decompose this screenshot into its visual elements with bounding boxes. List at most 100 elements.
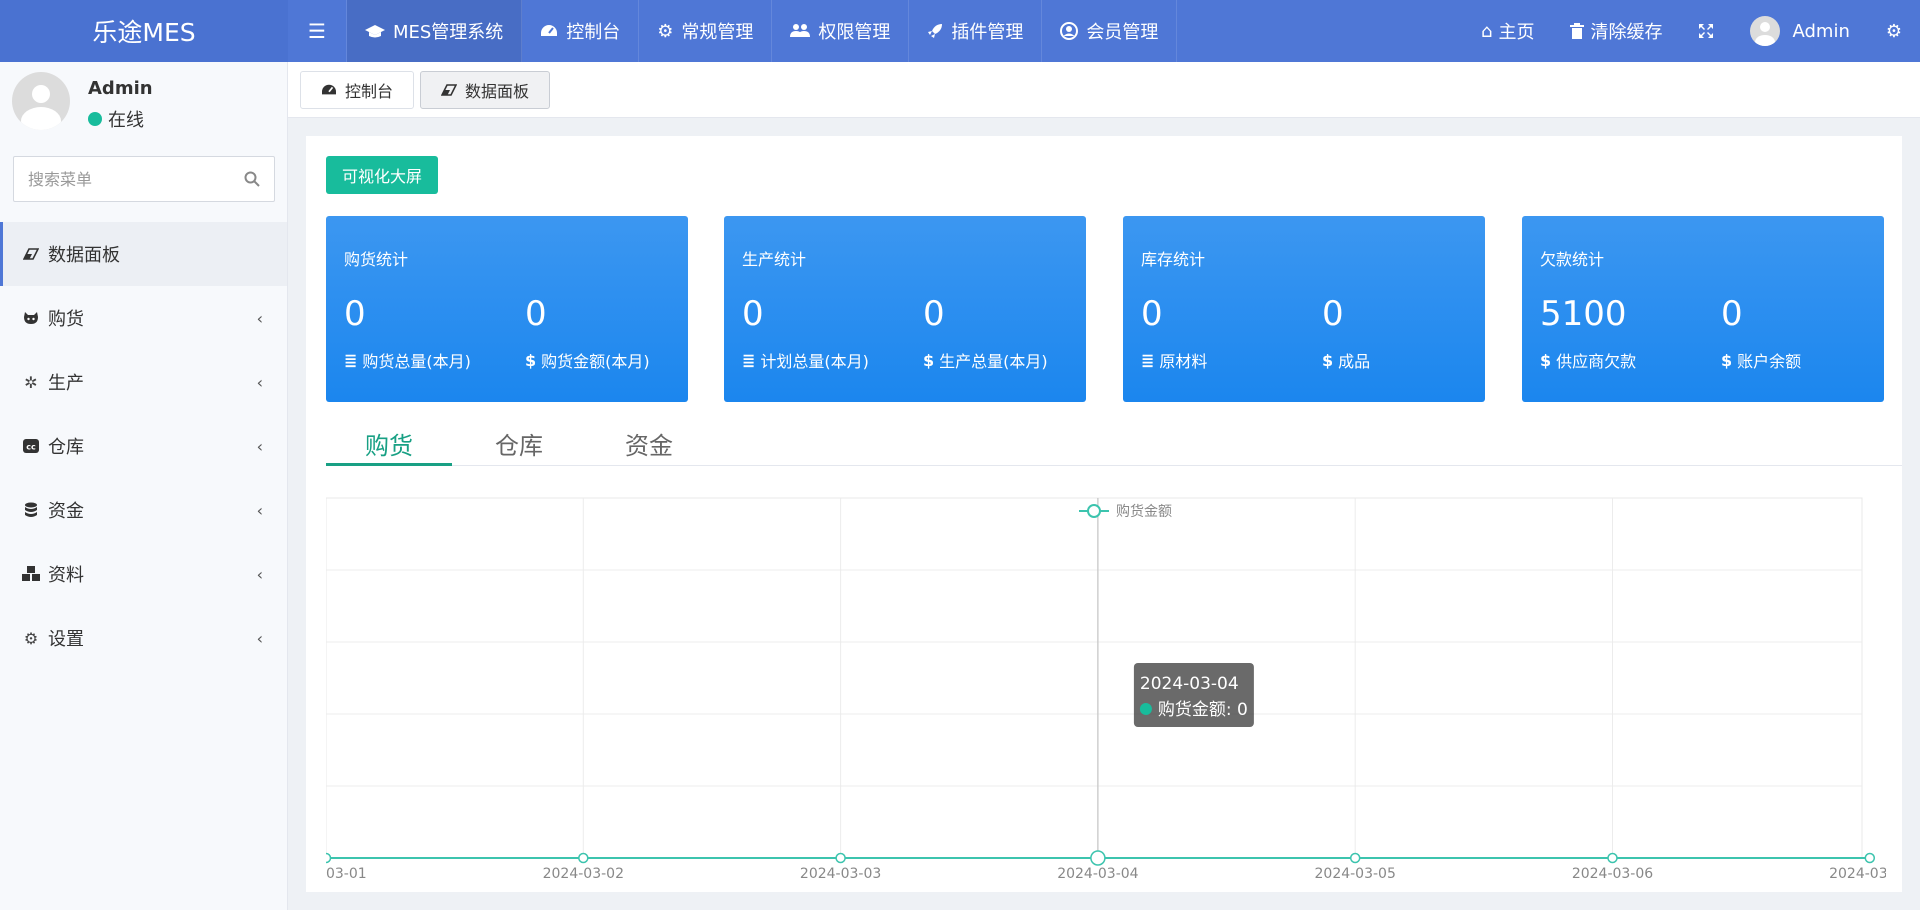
fullscreen-button[interactable] [1680, 0, 1732, 62]
users-icon [790, 24, 811, 37]
dashboard-icon [541, 25, 558, 36]
main-content: 可视化大屏 购货统计 0 0 ≣ 购货总量(本月) $ 购货金额(本月) 生产统计 … [285, 136, 1910, 892]
nav-item-label: 插件管理 [951, 22, 1024, 43]
stat-label: ≣ 原材料 [1141, 348, 1207, 372]
home-link[interactable]: ⌂ 主页 [1463, 0, 1552, 62]
database-icon: ≣ [344, 350, 358, 370]
nav-item-general[interactable]: ⚙ 常规管理 [639, 0, 773, 62]
sidebar-item-dashboard[interactable]: 数据面板 [0, 222, 287, 286]
sidebar-item-production[interactable]: ✲ 生产 ‹ [0, 350, 287, 414]
line-chart: 2024-03-01 2024-03-02 2024-03-03 2024-03-04… [285, 497, 1910, 882]
user-circle-icon [1060, 22, 1079, 40]
sidebar-item-funds[interactable]: 资金 ‹ [0, 478, 287, 542]
cogs-icon: ⚙ [657, 20, 674, 42]
stat-value: 0 [742, 294, 764, 334]
stat-label-text: 原材料 [1159, 352, 1208, 371]
stat-label: $ 供应商欠款 [1540, 348, 1636, 372]
stat-label-text: 供应商欠款 [1556, 352, 1637, 371]
stat-label-text: 成品 [1338, 352, 1371, 371]
user-menu-name: Admin [1792, 20, 1850, 42]
menu-toggle-button[interactable]: ☰ [288, 0, 347, 62]
nav-item-dashboard[interactable]: 控制台 [522, 0, 640, 62]
stat-value: 0 [1141, 294, 1163, 334]
creative-commons-icon: cc [20, 439, 42, 453]
nav-item-plugins[interactable]: 插件管理 [909, 0, 1043, 62]
cubes-icon [20, 566, 42, 582]
dashboard-icon [322, 84, 336, 95]
sidebar-item-data[interactable]: 资料 ‹ [0, 542, 287, 606]
sidebar-item-label: 资金 [48, 501, 84, 522]
tab-dashboard[interactable]: 控制台 [300, 71, 415, 109]
chart-tabs: 购货 仓库 资金 [326, 426, 1902, 466]
user-menu[interactable]: Admin [1732, 0, 1867, 62]
nav-item-label: 控制台 [566, 22, 621, 43]
top-right-actions: ⌂ 主页 清除缓存 Admin ⚙ [1463, 0, 1920, 62]
stat-card-title: 购货统计 [344, 250, 409, 269]
sidebar-item-settings[interactable]: ⚙ 设置 ‹ [0, 606, 287, 670]
nav-item-auth[interactable]: 权限管理 [772, 0, 910, 62]
svg-text:cc: cc [26, 443, 36, 452]
stat-card-debt: 欠款统计 5100 0 $ 供应商欠款 $ 账户余额 [1522, 216, 1884, 402]
stat-label: $ 生产总量(本月) [923, 348, 1048, 372]
x-tick-label: 2024-03-06 [1572, 866, 1653, 882]
legend-marker [1087, 504, 1101, 518]
stat-label-text: 购货金额(本月) [541, 352, 650, 371]
x-tick-label: 2024-03-02 [543, 866, 624, 882]
chart-tab-funds[interactable]: 资金 [586, 426, 712, 466]
chevron-left-icon: ‹ [256, 372, 263, 392]
stat-value: 0 [525, 294, 547, 334]
dollar-icon: $ [525, 350, 537, 370]
chart-tab-warehouse[interactable]: 仓库 [456, 426, 582, 466]
stat-label-text: 计划总量(本月) [760, 352, 869, 371]
x-tick-label: 2024-03-07 [1829, 866, 1886, 882]
user-status-label: 在线 [108, 110, 144, 131]
nav-item-label: 会员管理 [1086, 22, 1159, 43]
chevron-left-icon: ‹ [256, 308, 263, 328]
avatar [12, 72, 70, 130]
visual-screen-button[interactable]: 可视化大屏 [326, 156, 439, 194]
data-point [1607, 852, 1618, 864]
tooltip-series-dot [1139, 703, 1152, 715]
stat-value: 0 [344, 294, 366, 334]
x-tick-label: 2024-03-01 [326, 866, 367, 882]
data-point [1090, 850, 1106, 866]
sidebar-item-label: 设置 [48, 629, 84, 650]
legend-label: 购货金额 [1116, 503, 1172, 520]
expand-icon [1699, 24, 1714, 38]
dollar-icon: $ [923, 350, 935, 370]
stat-label: ≣ 购货总量(本月) [344, 348, 471, 372]
tab-label: 数据面板 [465, 82, 530, 101]
stat-card-title: 欠款统计 [1540, 250, 1605, 269]
stat-card-purchase: 购货统计 0 0 ≣ 购货总量(本月) $ 购货金额(本月) [326, 216, 688, 402]
x-tick-label: 2024-03-03 [800, 866, 881, 882]
data-point [1864, 852, 1876, 864]
tooltip-date: 2024-03-04 [1140, 674, 1239, 694]
nav-item-label: 常规管理 [681, 22, 754, 43]
nav-item-mes[interactable]: MES管理系统 [346, 0, 523, 62]
sidebar-item-warehouse[interactable]: cc 仓库 ‹ [0, 414, 287, 478]
nav-item-members[interactable]: 会员管理 [1042, 0, 1178, 62]
nav-item-label: 权限管理 [818, 22, 891, 43]
search-input[interactable] [28, 169, 244, 189]
home-icon: ⌂ [1481, 20, 1493, 42]
stat-label-text: 账户余额 [1737, 352, 1802, 371]
stat-label: ≣ 计划总量(本月) [742, 348, 869, 372]
stat-value: 0 [1322, 294, 1344, 334]
stat-card-production: 生产统计 0 0 ≣ 计划总量(本月) $ 生产总量(本月) [724, 216, 1086, 402]
search-icon[interactable] [244, 171, 260, 187]
top-navbar: 乐途MES ☰ MES管理系统 控制台 ⚙ 常规管理 权限管理 插件管理 会员管… [0, 0, 1920, 62]
settings-button[interactable]: ⚙ [1868, 0, 1920, 62]
chart-plot-border [325, 497, 1863, 859]
stat-label: $ 成品 [1322, 348, 1370, 372]
clear-cache-button[interactable]: 清除缓存 [1552, 0, 1680, 62]
graduation-cap-icon [364, 25, 385, 38]
user-panel: Admin 在线 [0, 62, 287, 140]
sidebar-item-label: 资料 [48, 565, 84, 586]
app-logo[interactable]: 乐途MES [0, 0, 288, 62]
tab-data-panel[interactable]: 数据面板 [420, 71, 551, 109]
sidebar-item-purchase[interactable]: 购货 ‹ [0, 286, 287, 350]
x-tick-label: 2024-03-04 [1057, 866, 1138, 882]
github-icon [20, 311, 42, 325]
menu-search [13, 156, 275, 202]
chart-tab-purchase[interactable]: 购货 [326, 426, 452, 466]
